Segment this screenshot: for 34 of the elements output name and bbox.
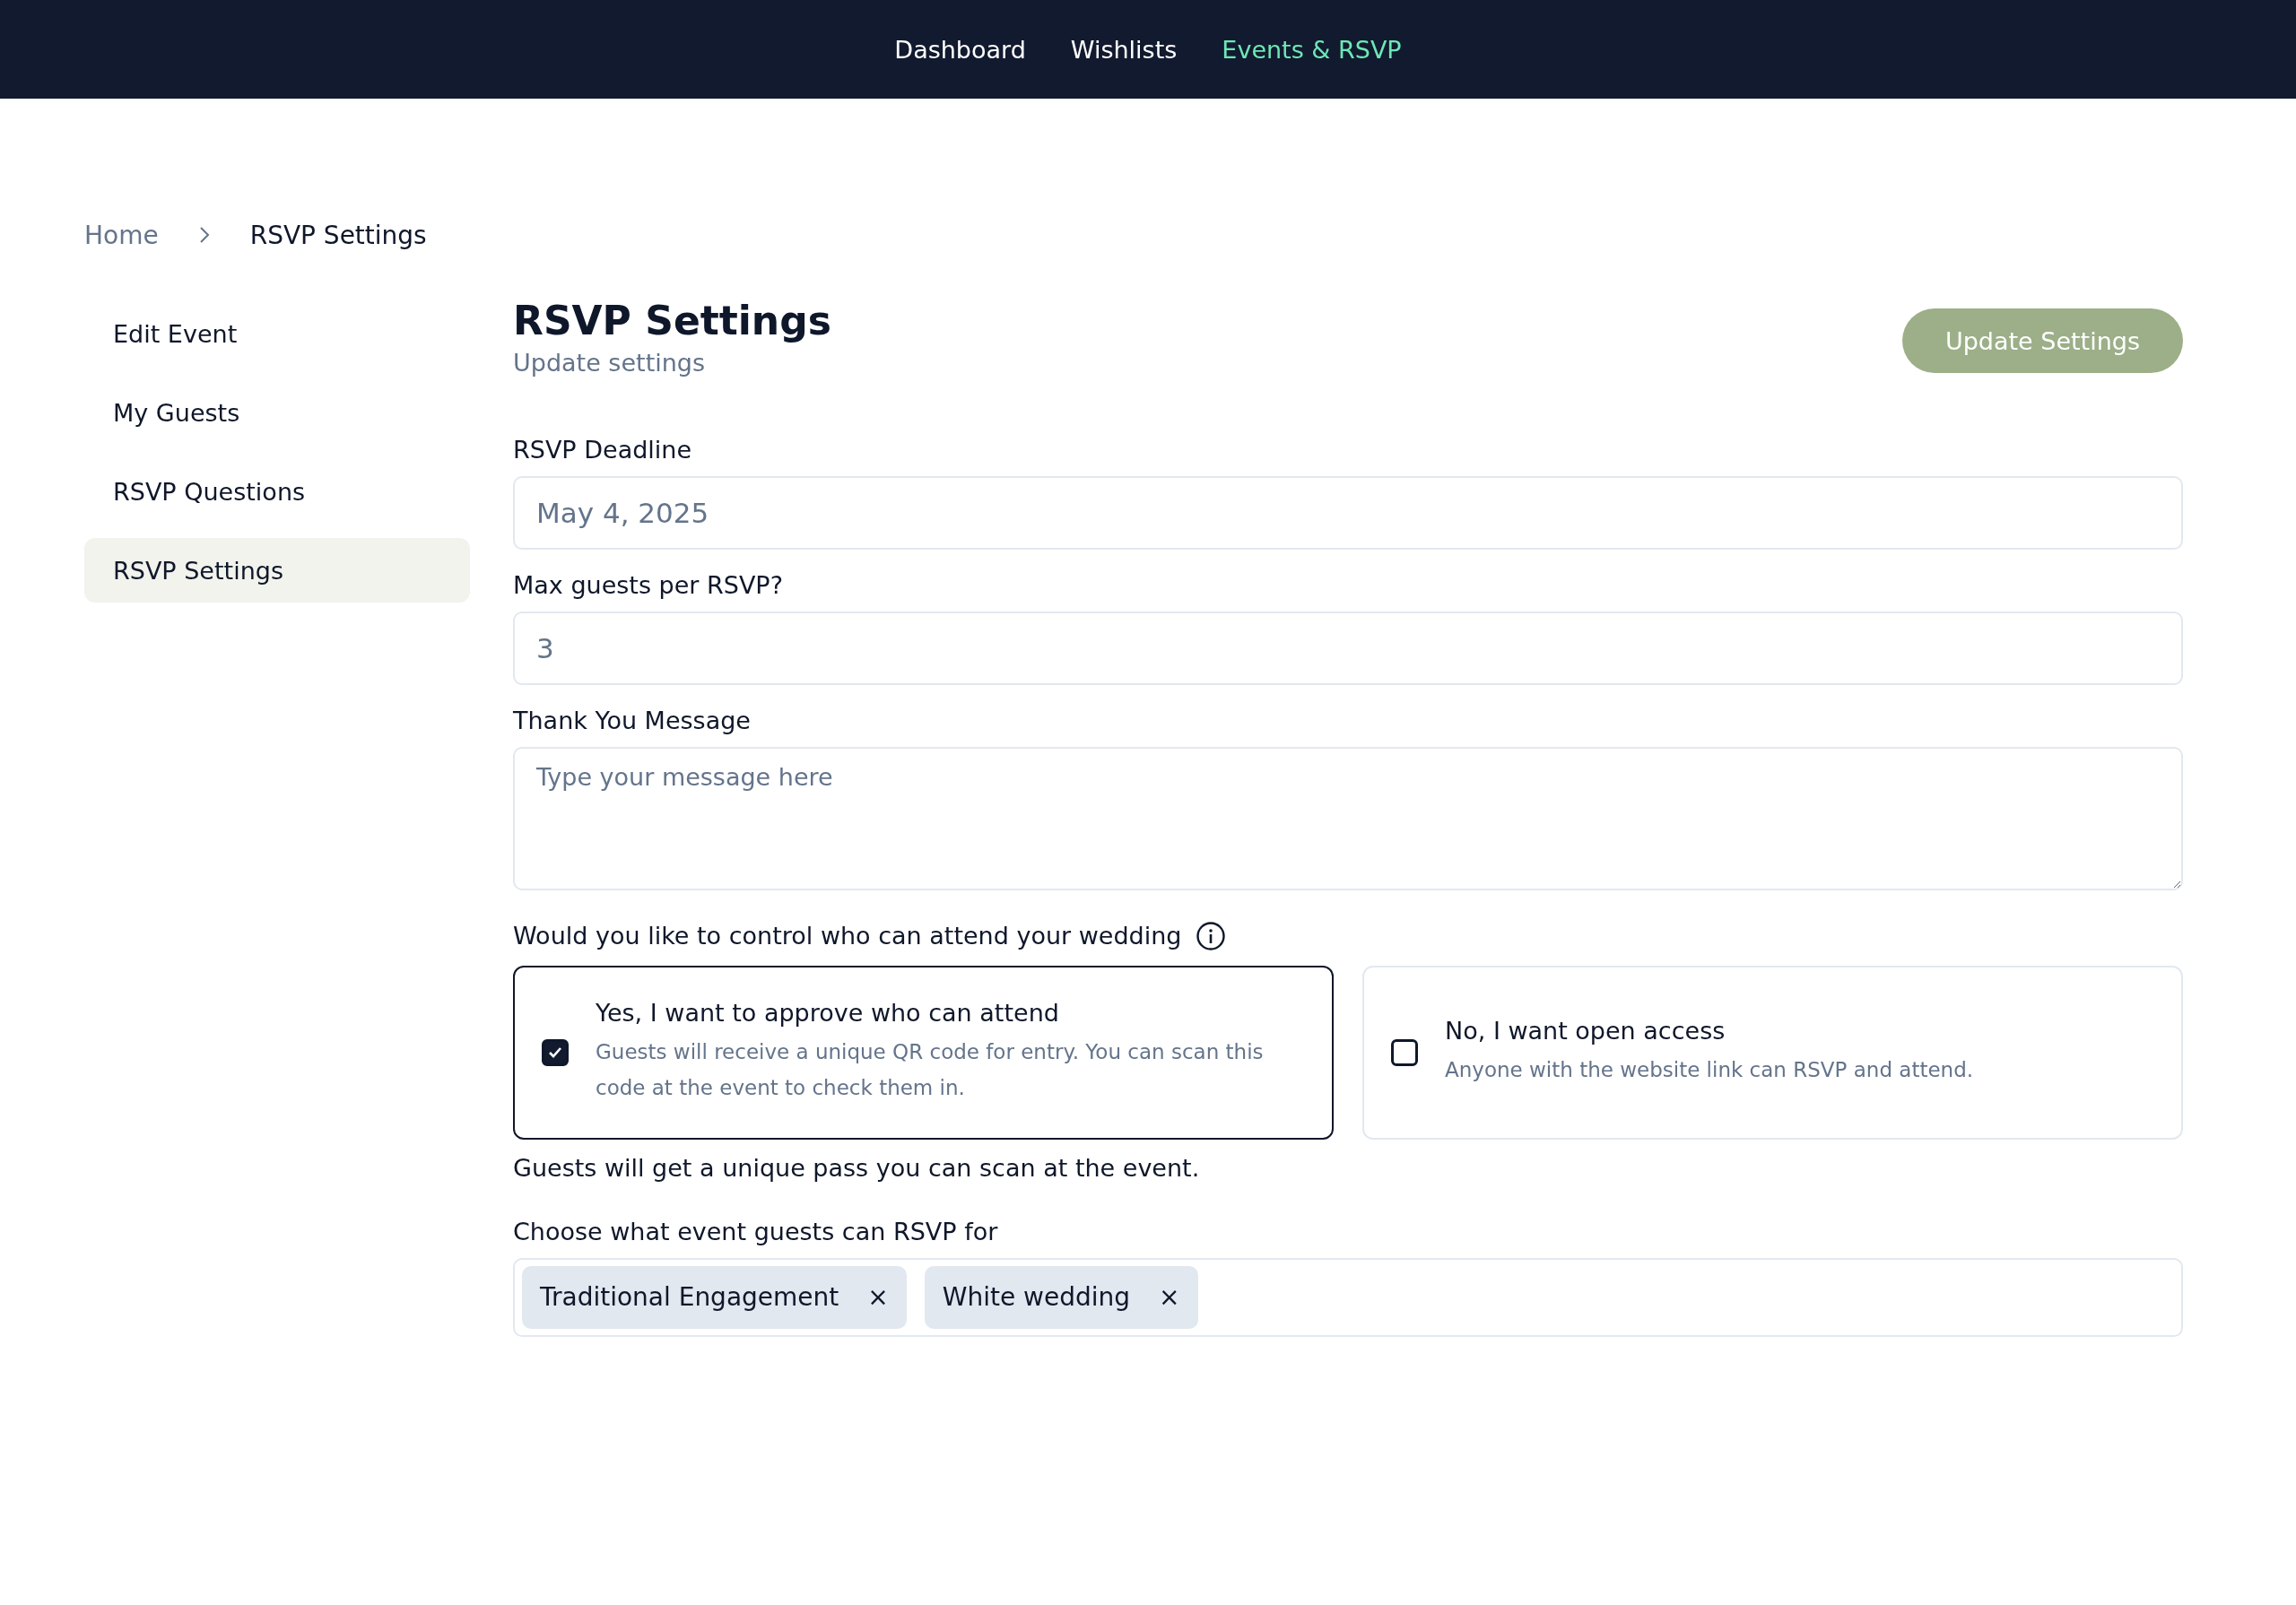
page-subtitle: Update settings	[513, 348, 707, 377]
text-field[interactable]: 3	[513, 611, 2183, 685]
nav-link[interactable]: Dashboard	[894, 35, 1026, 64]
tag-input-field[interactable]: Traditional Engagement × White wedding ×	[513, 1257, 2183, 1337]
tag-label: Traditional Engagement	[540, 1282, 839, 1313]
field-label: Choose what event guests can RSVP for	[513, 1217, 999, 1245]
info-icon[interactable]	[1196, 920, 1227, 951]
option-description: Anyone with the website link can RSVP and attend.	[1445, 1057, 1974, 1084]
checkbox[interactable]	[542, 1038, 569, 1066]
page-title: RSVP Settings	[513, 298, 831, 345]
option-card[interactable]: No, I want open access Anyone with the website link can RSVP and attend.	[1362, 965, 2183, 1140]
field-label: Max guests per RSVP?	[513, 570, 784, 599]
option-title: No, I want open access	[1445, 1017, 1726, 1045]
nav-link[interactable]: Events & RSVP	[1222, 35, 1402, 64]
sidebar-item[interactable]: Edit Event	[84, 301, 470, 366]
checkbox[interactable]	[1391, 1038, 1418, 1066]
remove-tag-button[interactable]: ×	[857, 1282, 900, 1313]
option-title: Yes, I want to approve who can attend	[596, 999, 1060, 1028]
option-description: Guests will receive a unique QR code for entry. You can scan this code at the event to check them in.	[596, 1039, 1265, 1102]
sidebar-item[interactable]: RSVP Settings	[84, 538, 470, 603]
field-label: RSVP Deadline	[513, 435, 693, 464]
option-card[interactable]: Yes, I want to approve who can attend Guests will receive a unique QR code for entry. You can scan this code at the event to check them in.	[513, 965, 1334, 1140]
nav-link[interactable]: Wishlists	[1070, 35, 1178, 64]
text-field[interactable]: May 4, 2025	[513, 475, 2183, 550]
tag-label: White wedding	[942, 1282, 1131, 1313]
message-field[interactable]: Type your message here	[513, 746, 2183, 890]
helper-text: Guests will get a unique pass you can scan at the event.	[513, 1153, 1201, 1182]
breadcrumb-link[interactable]: Home	[84, 220, 159, 250]
sidebar-item[interactable]: RSVP Questions	[84, 459, 470, 524]
question-label: Would you like to control who can attend your wedding	[513, 922, 1182, 950]
remove-tag-button[interactable]: ×	[1148, 1282, 1191, 1313]
field-label: Thank You Message	[513, 706, 752, 734]
sidebar-item[interactable]: My Guests	[84, 380, 470, 445]
chevron-right-icon	[197, 225, 211, 245]
